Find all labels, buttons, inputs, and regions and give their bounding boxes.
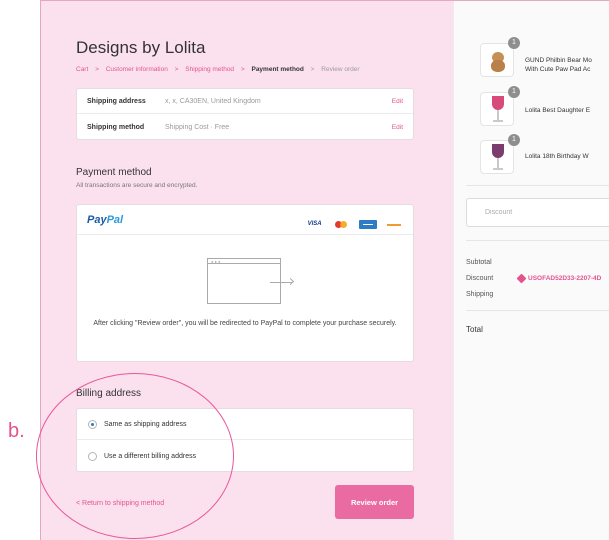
shipping-address-value: x, x, CA30EN, United Kingdom xyxy=(165,98,261,105)
shipping-address-row: Shipping address x, x, CA30EN, United Ki… xyxy=(77,89,413,114)
product-thumbnail xyxy=(480,140,514,174)
product-name: Lolita 18th Birthday W xyxy=(525,153,589,160)
discover-card-icon xyxy=(385,220,403,230)
teddy-bear-icon xyxy=(489,52,507,72)
product-thumbnail xyxy=(480,43,514,77)
summary-divider xyxy=(466,310,609,311)
edit-shipping-method-link[interactable]: Edit xyxy=(392,124,403,131)
breadcrumb: Cart > Customer information > Shipping m… xyxy=(76,66,365,73)
visa-card-icon: VISA xyxy=(305,220,324,230)
billing-address-title: Billing address xyxy=(76,388,142,399)
browser-dots-icon: ● ● ● xyxy=(211,259,221,264)
applied-discount-code: USOFAD52D33-2207-4D xyxy=(516,273,602,284)
breadcrumb-review-order: Review order xyxy=(321,66,360,73)
shipping-method-label: Shipping method xyxy=(87,124,145,131)
total-label: Total xyxy=(466,325,483,334)
product-name-line: GUND Philbin Bear Mo xyxy=(525,57,592,64)
paypal-logo: PayPal xyxy=(87,214,123,226)
amex-card-icon xyxy=(358,220,377,230)
annotation-label: b. xyxy=(8,420,25,442)
product-quantity-badge: 1 xyxy=(508,37,520,49)
order-summary-panel xyxy=(453,1,609,540)
billing-option-same-label[interactable]: Same as shipping address xyxy=(104,421,187,428)
paypal-header[interactable]: PayPal VISA xyxy=(77,205,413,235)
mastercard-icon xyxy=(332,220,351,230)
summary-divider xyxy=(466,185,609,186)
billing-option-different[interactable]: Use a different billing address xyxy=(77,441,413,472)
product-name: GUND Philbin Bear Mo With Cute Paw Pad A… xyxy=(525,56,592,74)
shipping-label: Shipping xyxy=(466,291,494,298)
breadcrumb-cart[interactable]: Cart xyxy=(76,66,88,73)
breadcrumb-separator: > xyxy=(174,66,179,73)
payment-method-title: Payment method xyxy=(76,167,152,178)
shipping-review-card: Shipping address x, x, CA30EN, United Ki… xyxy=(76,88,414,140)
breadcrumb-separator: > xyxy=(310,66,315,73)
payment-method-subtitle: All transactions are secure and encrypte… xyxy=(76,182,198,189)
discount-code-input[interactable] xyxy=(466,198,609,227)
subtotal-label: Subtotal xyxy=(466,259,492,266)
breadcrumb-customer-information[interactable]: Customer information xyxy=(106,66,168,73)
paypal-redirect-message: After clicking "Review order", you will … xyxy=(93,320,397,327)
shipping-method-row: Shipping method Shipping Cost · Free Edi… xyxy=(77,115,413,140)
browser-redirect-icon: ● ● ● xyxy=(207,258,281,304)
browser-bar: ● ● ● xyxy=(208,259,280,264)
breadcrumb-payment-method: Payment method xyxy=(251,66,304,73)
discount-label: Discount xyxy=(466,275,494,282)
billing-option-different-label[interactable]: Use a different billing address xyxy=(104,453,196,460)
product-quantity-badge: 1 xyxy=(508,134,520,146)
breadcrumb-separator: > xyxy=(95,66,99,73)
wine-glass-icon xyxy=(492,96,504,124)
shipping-method-value: Shipping Cost · Free xyxy=(165,124,230,131)
review-order-button[interactable]: Review order xyxy=(335,485,414,519)
accepted-cards: VISA xyxy=(302,216,403,234)
edit-shipping-address-link[interactable]: Edit xyxy=(392,98,403,105)
wine-glass-icon xyxy=(492,144,504,172)
shipping-address-label: Shipping address xyxy=(87,98,146,105)
return-to-shipping-link[interactable]: < Return to shipping method xyxy=(76,500,164,507)
product-name-line: With Cute Paw Pad Ac xyxy=(525,66,591,73)
breadcrumb-separator: > xyxy=(240,66,245,73)
product-quantity-badge: 1 xyxy=(508,86,520,98)
paypal-logo-pal: Pal xyxy=(106,214,124,226)
store-brand-title: Designs by Lolita xyxy=(76,38,206,57)
breadcrumb-shipping-method[interactable]: Shipping method xyxy=(185,66,234,73)
discount-code-text: USOFAD52D33-2207-4D xyxy=(528,275,602,283)
paypal-logo-pay: Pay xyxy=(87,214,107,226)
summary-divider xyxy=(466,240,609,241)
radio-different-billing[interactable] xyxy=(88,452,97,461)
product-name: Lolita Best Daughter E xyxy=(525,107,591,114)
tag-icon xyxy=(516,273,527,284)
radio-same-as-shipping[interactable] xyxy=(88,420,97,429)
billing-address-card: Same as shipping address Use a different… xyxy=(76,408,414,472)
billing-option-same[interactable]: Same as shipping address xyxy=(77,409,413,440)
product-thumbnail xyxy=(480,92,514,126)
